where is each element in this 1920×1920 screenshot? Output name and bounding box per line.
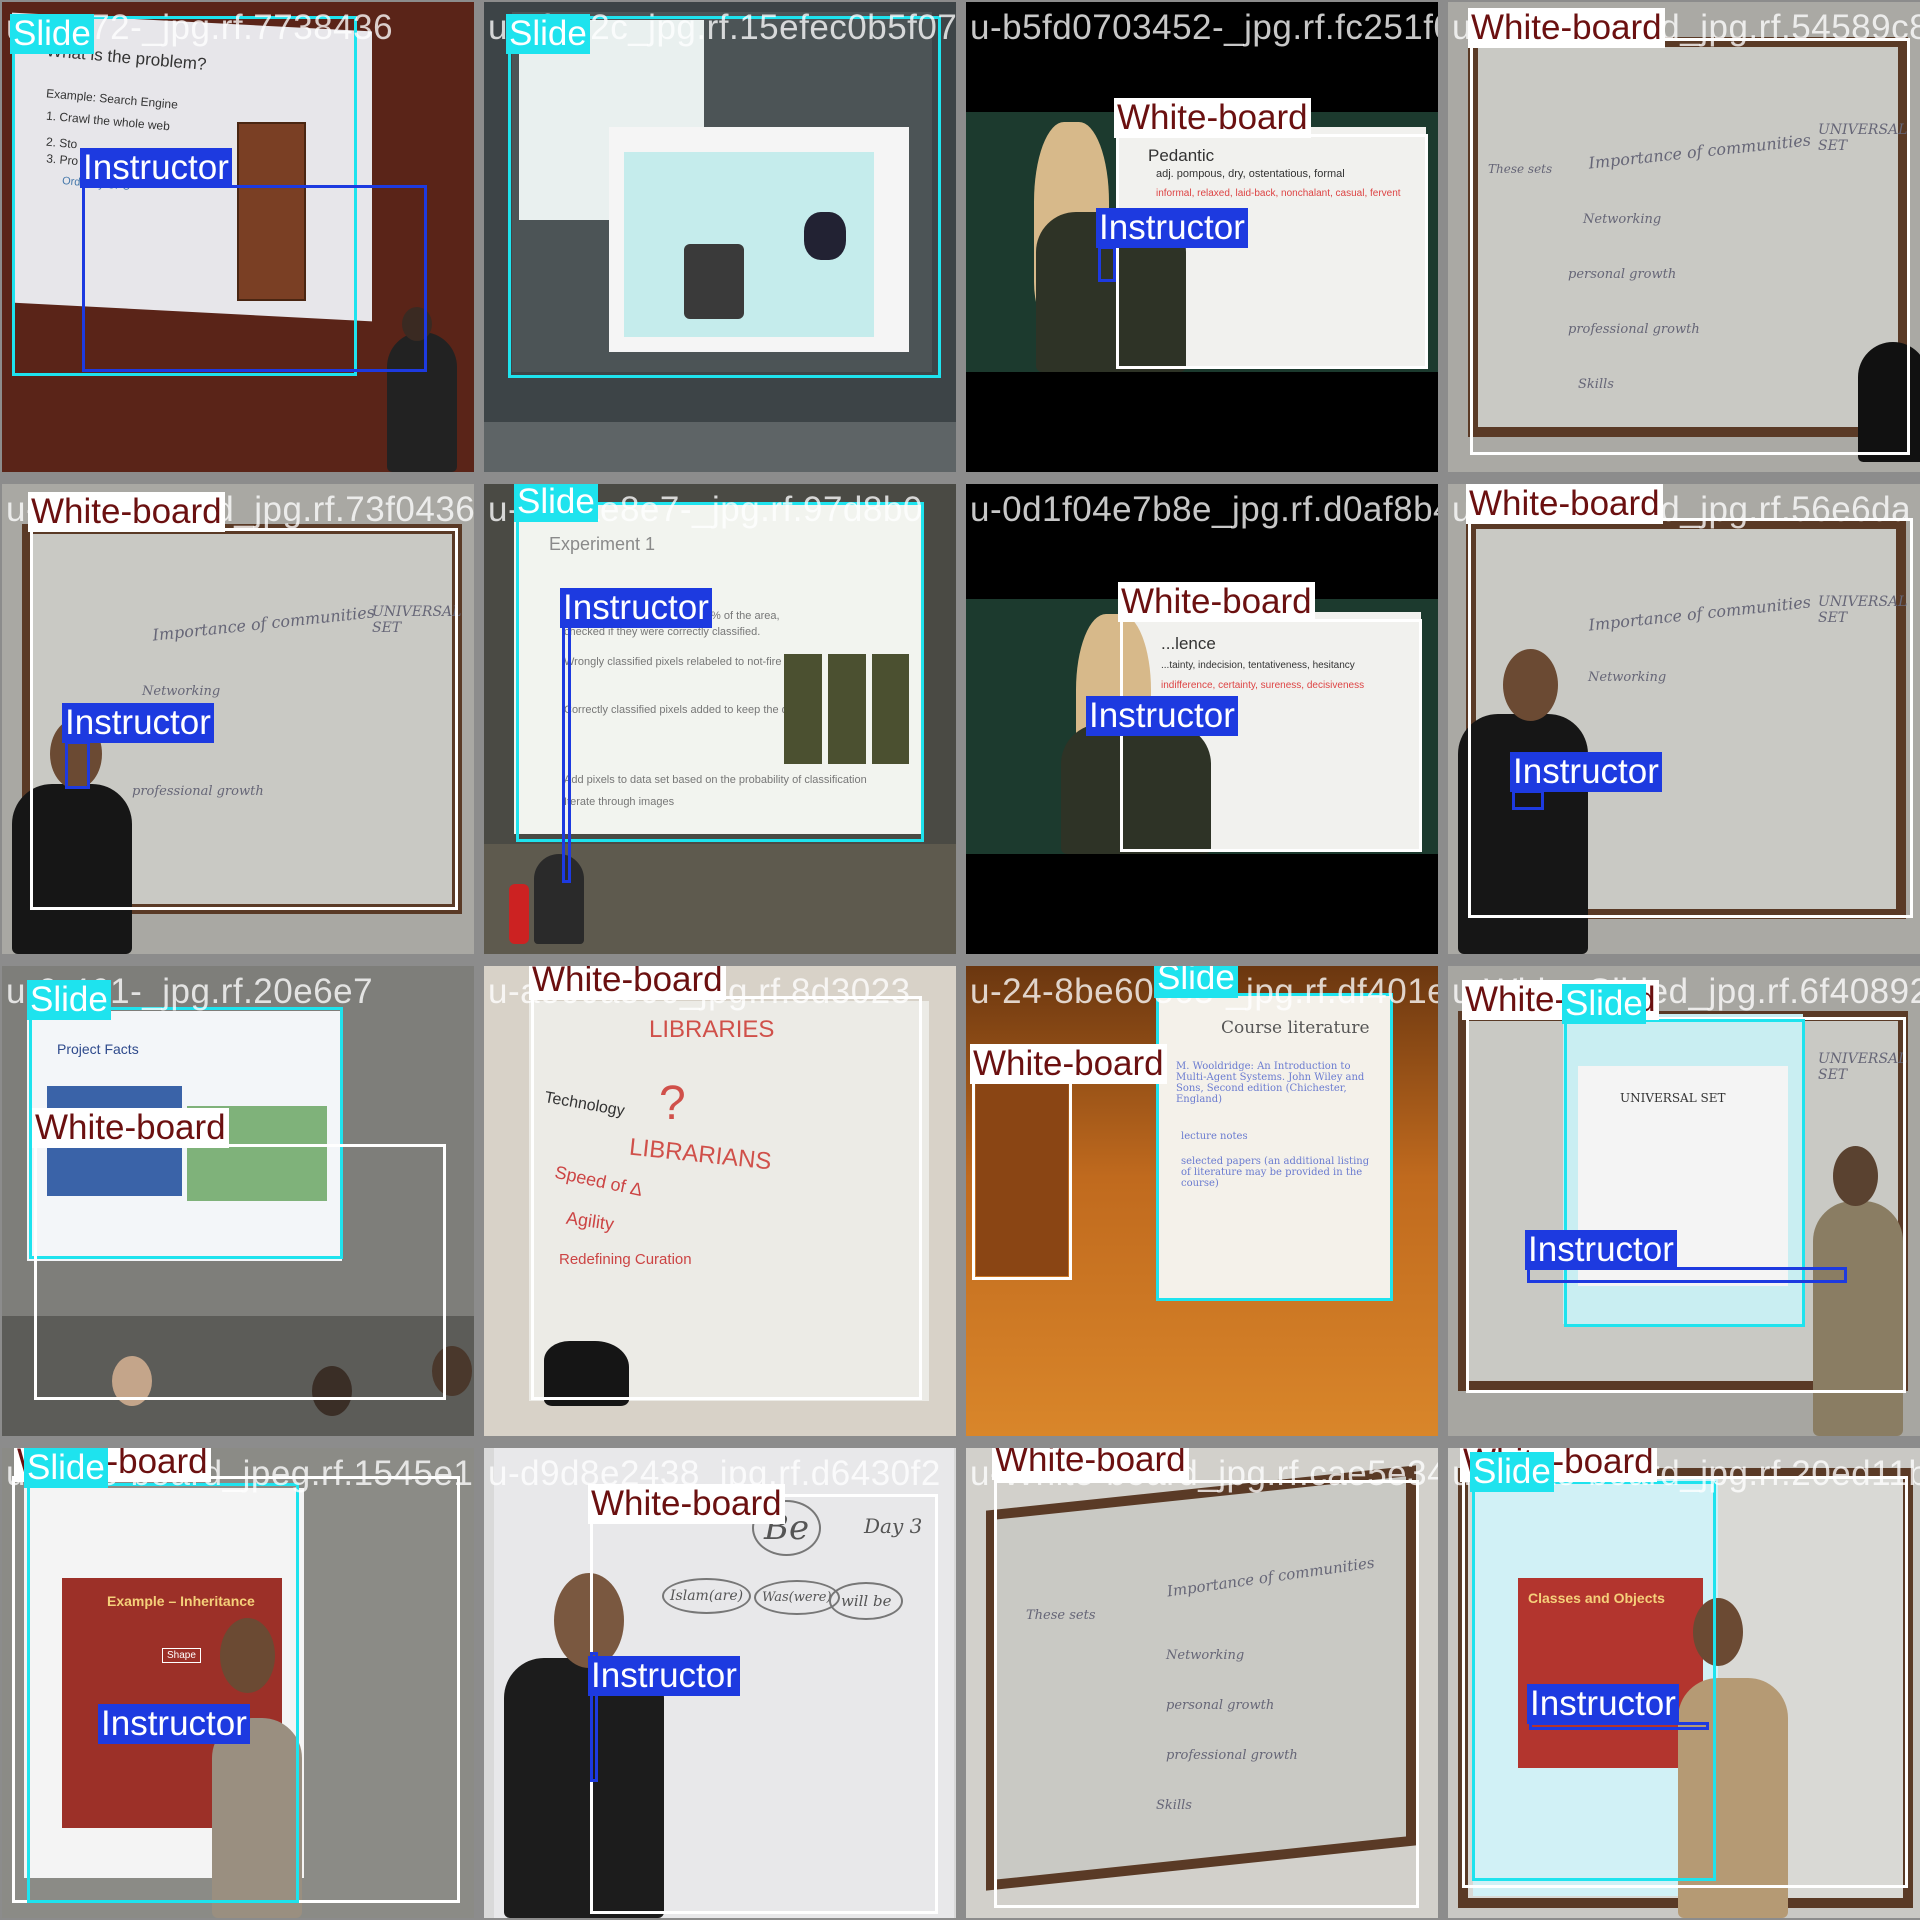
tile: Pedantic adj. pompous, dry, ostentatious…	[966, 2, 1438, 472]
white-board-label: White-board	[588, 1484, 785, 1524]
tile: Importance of communities UNIVERSAL SET …	[1448, 2, 1920, 472]
tile: What is the problem? Example: Search Eng…	[2, 2, 474, 472]
white-board-label: White-board	[1466, 484, 1663, 524]
slide-label: Slide	[1154, 966, 1238, 998]
tile: Project Facts u-0-461-_jpg.rf.20e6e7 Sli…	[2, 966, 474, 1436]
white-board-box	[34, 1144, 446, 1400]
tile: Be Islam(are) Was(were) will be Day 3 u-…	[484, 1448, 956, 1918]
instructor-label: Instructor	[1510, 752, 1662, 792]
white-board-box	[590, 1494, 938, 1914]
instructor-label: Instructor	[560, 588, 712, 628]
instructor-label: Instructor	[1096, 208, 1248, 248]
slide-box	[1472, 1481, 1716, 1881]
slide-label: Slide	[10, 14, 94, 54]
slide-label: Slide	[514, 484, 598, 522]
white-board-label: White-board	[32, 1108, 229, 1148]
tile: LIBRARIES LIBRARIANS Technology Speed of…	[484, 966, 956, 1436]
tile: UNIVERSAL SET UNIVERSAL SET u-White-Slid…	[1448, 966, 1920, 1436]
tile: ...lence ...tainty, indecision, tentativ…	[966, 484, 1438, 954]
slide-label: Slide	[1470, 1452, 1554, 1492]
tile: Experiment 1 fire more than 3% of the ar…	[484, 484, 956, 954]
white-board-label: White-board	[992, 1448, 1189, 1480]
instructor-label: Instructor	[1086, 696, 1238, 736]
white-board-box	[1468, 518, 1913, 918]
tile: Example – Inheritance Shape u-Slide-boar…	[2, 1448, 474, 1918]
slide-box	[508, 16, 941, 378]
instructor-label: Instructor	[80, 148, 232, 188]
instructor-label: Instructor	[588, 1656, 740, 1696]
tile: Classes and Objects u-White-board_jpg.rf…	[1448, 1448, 1920, 1918]
instructor-label: Instructor	[98, 1704, 250, 1744]
white-board-label: White-board	[1114, 98, 1311, 138]
detection-grid: What is the problem? Example: Search Eng…	[0, 0, 1920, 1920]
instructor-label: Instructor	[1527, 1684, 1679, 1724]
tile: Importance of communities These sets Net…	[966, 1448, 1438, 1918]
tile: u-0f192c_jpg.rf.15efec0b5f0703452 Slide	[484, 2, 956, 472]
white-board-label: White-board	[970, 1044, 1167, 1084]
instructor-box	[1512, 790, 1544, 810]
tile: Importance of communities UNIVERSAL SET …	[2, 484, 474, 954]
instructor-label: Instructor	[1525, 1230, 1677, 1270]
tile: Importance of communities UNIVERSAL SET …	[1448, 484, 1920, 954]
white-board-label: White-board	[1468, 8, 1665, 48]
white-board-label: White-board	[529, 966, 726, 1000]
filename-caption: u-0d1f04e7b8e_jpg.rf.d0af8b4	[970, 490, 1438, 529]
filename-caption: u-b5fd0703452-_jpg.rf.fc251f07	[970, 8, 1438, 47]
instructor-box	[1098, 246, 1116, 282]
white-board-box	[994, 1480, 1419, 1908]
instructor-box	[65, 741, 90, 789]
tile: Course literature M. Wooldridge: An Intr…	[966, 966, 1438, 1436]
slide-box	[516, 502, 924, 842]
slide-label: Slide	[1562, 984, 1646, 1024]
slide-label: Slide	[24, 1448, 108, 1488]
white-board-box	[1470, 38, 1910, 455]
slide-label: Slide	[506, 14, 590, 54]
slide-box	[27, 1483, 299, 1903]
instructor-label: Instructor	[62, 703, 214, 743]
white-board-box	[972, 1077, 1072, 1280]
instructor-box	[82, 185, 427, 372]
white-board-label: White-board	[28, 492, 225, 532]
slide-box	[1156, 993, 1393, 1301]
white-board-box	[1116, 134, 1428, 369]
white-board-box	[531, 996, 922, 1400]
white-board-label: White-board	[1118, 582, 1315, 622]
slide-label: Slide	[27, 980, 111, 1020]
instructor-box	[562, 625, 571, 883]
